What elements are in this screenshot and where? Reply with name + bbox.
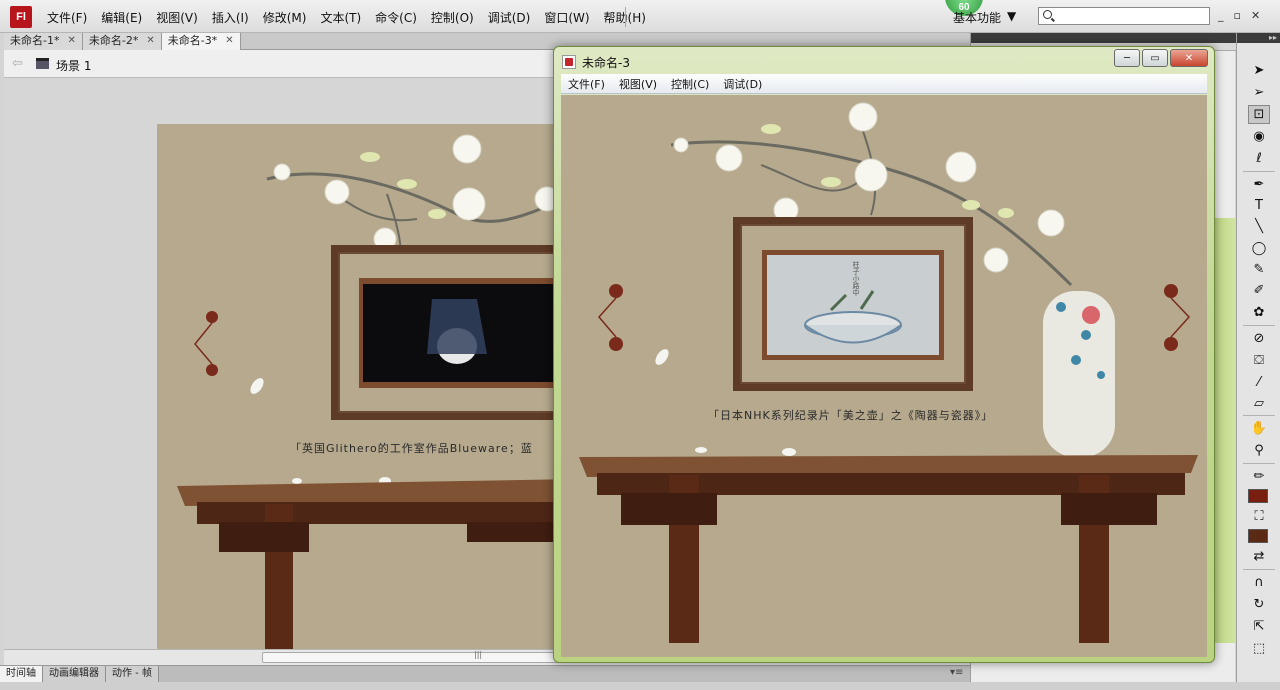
3d-rotation-tool-icon[interactable]: ◉: [1248, 127, 1270, 146]
menu-modify[interactable]: 修改(M): [256, 9, 314, 26]
workspace-label: 基本功能: [953, 11, 1002, 25]
stage-artwork: [177, 134, 577, 649]
eyedropper-tool-icon[interactable]: ⁄: [1248, 373, 1270, 392]
menu-file[interactable]: 文件(F): [40, 9, 94, 26]
scene-name[interactable]: 场景 1: [56, 57, 91, 74]
menu-insert[interactable]: 插入(I): [205, 9, 256, 26]
stroke-color-icon[interactable]: ✏: [1248, 467, 1270, 486]
tab-label: 未命名-3*: [167, 34, 218, 47]
app-window-controls: _ ▫ ✕: [1218, 9, 1260, 22]
chevron-down-icon: ▼: [1007, 9, 1017, 23]
menu-text[interactable]: 文本(T): [313, 9, 368, 26]
menu-control[interactable]: 控制(O): [424, 9, 481, 26]
tool-divider: [1243, 171, 1275, 172]
player-menu-debug[interactable]: 调试(D): [716, 76, 769, 92]
help-search-input[interactable]: [1038, 7, 1210, 25]
player-caption: 「日本NHK系列纪录片「美之壶」之《陶器与瓷器》」: [708, 409, 994, 422]
menu-view[interactable]: 视图(V): [149, 9, 205, 26]
tab-actions-frame[interactable]: 动作 - 帧: [106, 666, 159, 682]
pencil-tool-icon[interactable]: ✎: [1248, 260, 1270, 279]
text-tool-icon[interactable]: T: [1248, 196, 1270, 215]
free-transform-tool-icon[interactable]: ⊡: [1248, 105, 1270, 124]
stroke-color-swatch[interactable]: [1248, 489, 1268, 503]
menu-debug[interactable]: 调试(D): [481, 9, 538, 26]
flash-logo-icon[interactable]: Fl: [10, 6, 32, 28]
tools-panel-header: ▸▸: [1237, 33, 1280, 43]
close-icon[interactable]: ✕: [225, 33, 233, 50]
minimize-button[interactable]: _: [1218, 9, 1224, 22]
close-icon[interactable]: ✕: [67, 33, 75, 50]
bone-tool-icon[interactable]: ⊘: [1248, 329, 1270, 348]
lasso-tool-icon[interactable]: ℓ: [1248, 149, 1270, 168]
tool-divider: [1243, 325, 1275, 326]
search-icon: [1043, 10, 1052, 19]
tab-label: 未命名-1*: [10, 34, 60, 47]
panel-header: [971, 33, 1236, 43]
pen-tool-icon[interactable]: ✒: [1248, 175, 1270, 194]
player-menu-bar: 文件(F) 视图(V) 控制(C) 调试(D): [561, 74, 1207, 94]
restore-button[interactable]: ▫: [1234, 9, 1241, 22]
paint-bucket-tool-icon[interactable]: ⛋: [1248, 351, 1270, 370]
deco-tool-icon[interactable]: ✿: [1248, 303, 1270, 322]
menu-divider: [625, 7, 626, 27]
player-menu-file[interactable]: 文件(F): [561, 76, 612, 92]
eraser-tool-icon[interactable]: ▱: [1248, 394, 1270, 413]
snap-magnet-icon[interactable]: ∩: [1248, 573, 1270, 592]
close-icon[interactable]: ✕: [146, 33, 154, 50]
selection-tool-icon[interactable]: ➤: [1248, 61, 1270, 80]
line-tool-icon[interactable]: ╲: [1248, 217, 1270, 236]
scrollbar-grip-icon: |||: [474, 650, 483, 659]
hand-tool-icon[interactable]: ✋: [1248, 419, 1270, 438]
tab-motion-editor[interactable]: 动画编辑器: [43, 666, 106, 682]
option-icon[interactable]: ⬚: [1248, 639, 1270, 658]
swap-colors-icon[interactable]: ⇄: [1248, 547, 1270, 566]
tool-divider: [1243, 569, 1275, 570]
player-maximize-button[interactable]: ▭: [1142, 49, 1168, 67]
stage-caption: 「英国Glithero的工作室作品Blueware；蓝: [290, 442, 533, 455]
tools-panel: ▸▸ ➤ ➢ ⊡ ◉ ℓ ✒ T ╲ ◯ ✎ ✐ ✿ ⊘ ⛋ ⁄ ▱ ✋ ⚲ ✏…: [1236, 33, 1280, 682]
main-menu: 文件(F) 编辑(E) 视图(V) 插入(I) 修改(M) 文本(T) 命令(C…: [40, 9, 653, 26]
brush-tool-icon[interactable]: ✐: [1248, 281, 1270, 300]
player-menu-control[interactable]: 控制(C): [664, 76, 716, 92]
player-stage[interactable]: 「日本NHK系列纪录片「美之壶」之《陶器与瓷器》」 柱子小路中: [561, 95, 1207, 657]
oval-tool-icon[interactable]: ◯: [1248, 239, 1270, 258]
flash-player-icon: [562, 55, 576, 69]
scene-icon: [36, 58, 49, 69]
menu-commands[interactable]: 命令(C): [368, 9, 424, 26]
back-arrow-icon[interactable]: ⇦: [12, 56, 23, 71]
subselection-tool-icon[interactable]: ➢: [1248, 83, 1270, 102]
player-artwork: [579, 102, 1198, 643]
fill-color-swatch[interactable]: [1248, 529, 1268, 543]
zoom-tool-icon[interactable]: ⚲: [1248, 441, 1270, 460]
player-menu-view[interactable]: 视图(V): [612, 76, 664, 92]
smooth-icon[interactable]: ↻: [1248, 595, 1270, 614]
tab-timeline[interactable]: 时间轴: [0, 666, 43, 682]
tab-label: 未命名-2*: [88, 34, 139, 47]
magnolia-flowers: [273, 134, 560, 251]
straighten-icon[interactable]: ⇱: [1248, 617, 1270, 636]
bottom-panel-tabs: 时间轴 动画编辑器 动作 - 帧: [0, 665, 970, 682]
stage-canvas[interactable]: 「英国Glithero的工作室作品Blueware；蓝: [157, 124, 577, 649]
tool-divider: [1243, 415, 1275, 416]
workspace-switcher[interactable]: 基本功能 ▼: [953, 9, 1016, 26]
panel-menu-icon[interactable]: ▾≡: [950, 667, 963, 678]
tab-doc-1[interactable]: 未命名-1* ✕: [4, 33, 83, 50]
status-strip: [0, 682, 1280, 690]
player-minimize-button[interactable]: ─: [1114, 49, 1140, 67]
menu-edit[interactable]: 编辑(E): [94, 9, 149, 26]
player-title: 未命名-3: [582, 56, 630, 70]
tool-divider: [1243, 463, 1275, 464]
player-close-button[interactable]: ✕: [1170, 49, 1208, 67]
tab-doc-3[interactable]: 未命名-3* ✕: [161, 33, 241, 50]
tab-doc-2[interactable]: 未命名-2* ✕: [82, 33, 162, 50]
menu-window[interactable]: 窗口(W): [537, 9, 596, 26]
menu-bar: Fl 文件(F) 编辑(E) 视图(V) 插入(I) 修改(M) 文本(T) 命…: [0, 0, 1280, 33]
artwork-vertical-text: 柱子小路中: [852, 261, 860, 296]
flash-player-window: 未命名-3 ─ ▭ ✕ 文件(F) 视图(V) 控制(C) 调试(D) 「日本N…: [553, 46, 1215, 663]
flash-ide: Fl 文件(F) 编辑(E) 视图(V) 插入(I) 修改(M) 文本(T) 命…: [0, 0, 1280, 690]
close-button[interactable]: ✕: [1251, 9, 1260, 22]
fill-color-icon[interactable]: ⛶: [1248, 507, 1270, 526]
